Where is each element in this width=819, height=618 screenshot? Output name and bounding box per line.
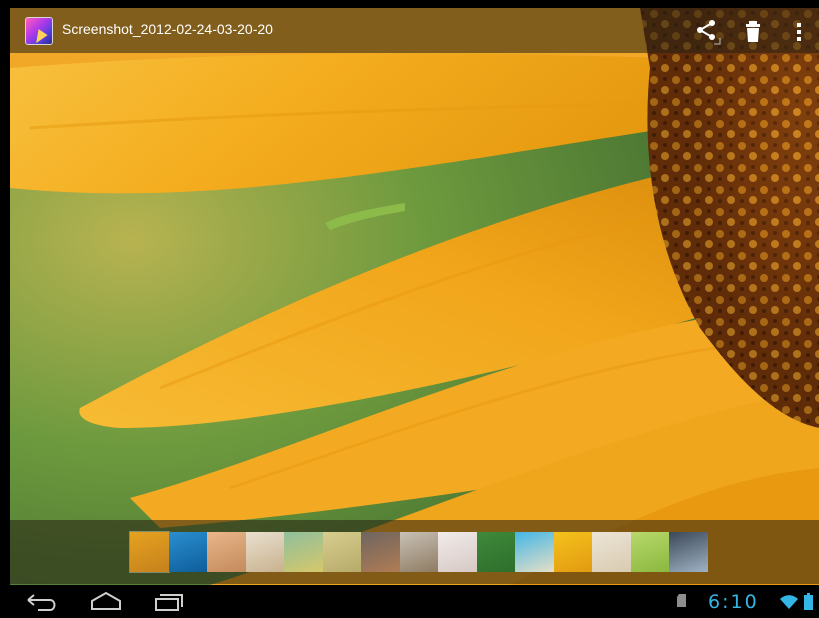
filmstrip-thumbnail[interactable] xyxy=(207,532,246,572)
photo-title: Screenshot_2012-02-24-03-20-20 xyxy=(62,21,273,37)
filmstrip-thumbnail[interactable] xyxy=(399,532,438,572)
wifi-icon xyxy=(780,595,798,609)
share-icon xyxy=(697,20,721,45)
home-icon xyxy=(91,591,121,610)
photo-view[interactable] xyxy=(10,8,819,585)
thumbnail-strip xyxy=(129,531,708,573)
sd-card-icon xyxy=(677,594,686,607)
sunflower-photo xyxy=(10,8,819,585)
filmstrip-thumbnail[interactable] xyxy=(129,531,170,573)
filmstrip-thumbnail[interactable] xyxy=(630,532,669,572)
recent-apps-icon xyxy=(155,594,183,611)
navigation-bar: 6:10 xyxy=(0,585,819,618)
overflow-menu-icon xyxy=(797,23,801,41)
filmstrip-thumbnail[interactable] xyxy=(476,532,515,572)
filmstrip-thumbnail[interactable] xyxy=(553,532,592,572)
filmstrip-thumbnail[interactable] xyxy=(322,532,361,572)
recent-apps-button[interactable] xyxy=(152,589,188,615)
action-bar: Screenshot_2012-02-24-03-20-20 xyxy=(10,8,819,53)
filmstrip-thumbnail[interactable] xyxy=(168,532,207,572)
filmstrip xyxy=(10,520,819,584)
gallery-icon[interactable] xyxy=(25,17,53,45)
status-clock: 6:10 xyxy=(708,591,759,613)
home-button[interactable] xyxy=(88,589,124,615)
overflow-menu-button[interactable] xyxy=(788,16,808,46)
share-button[interactable] xyxy=(692,16,722,46)
screen: Screenshot_2012-02-24-03-20-20 6:10 xyxy=(0,0,819,618)
delete-button[interactable] xyxy=(738,16,768,46)
back-icon xyxy=(27,594,56,611)
battery-icon xyxy=(804,593,813,610)
filmstrip-thumbnail[interactable] xyxy=(669,532,708,572)
filmstrip-thumbnail[interactable] xyxy=(284,532,323,572)
filmstrip-thumbnail[interactable] xyxy=(515,532,554,572)
filmstrip-thumbnail[interactable] xyxy=(245,532,284,572)
trash-icon xyxy=(746,21,760,42)
back-button[interactable] xyxy=(24,589,60,615)
filmstrip-thumbnail[interactable] xyxy=(592,532,631,572)
filmstrip-thumbnail[interactable] xyxy=(361,532,400,572)
filmstrip-thumbnail[interactable] xyxy=(438,532,477,572)
